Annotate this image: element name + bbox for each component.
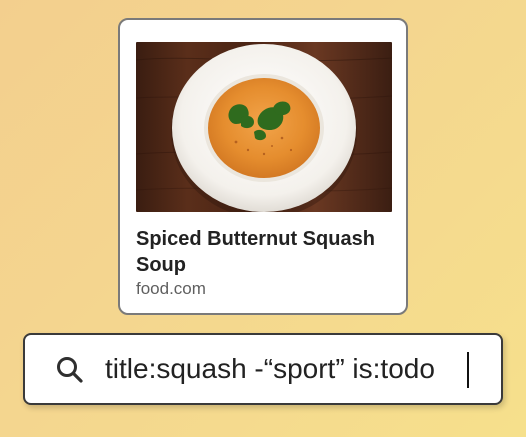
search-bar[interactable] (23, 333, 503, 405)
recipe-title[interactable]: Spiced Butternut Squash Soup (136, 226, 396, 278)
recipe-card[interactable]: Spiced Butternut Squash Soup food.com (118, 18, 408, 315)
text-cursor (467, 352, 469, 388)
recipe-image[interactable] (136, 42, 392, 212)
search-icon (55, 355, 85, 385)
recipe-source: food.com (136, 279, 206, 298)
search-input[interactable] (105, 347, 485, 391)
